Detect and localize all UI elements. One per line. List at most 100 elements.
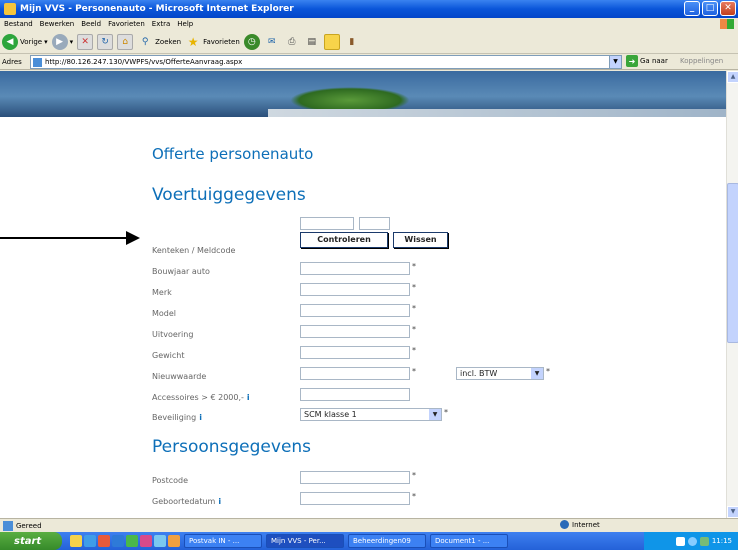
window-title-bar[interactable]: Mijn VVS - Personenauto - Microsoft Inte… (0, 0, 738, 18)
chevron-down-icon[interactable]: ▼ (531, 368, 543, 379)
merk-input[interactable] (300, 283, 410, 296)
address-bar: Adres http://80.126.247.130/VWPFS/vvs/Of… (0, 54, 738, 70)
task-label: Beheerdingen09 (353, 537, 411, 545)
controleren-button[interactable]: Controleren (300, 232, 388, 248)
task-postvak[interactable]: Postvak IN - ... (184, 534, 262, 548)
required-mark: * (444, 408, 448, 417)
bouwjaar-label: Bouwjaar auto (152, 267, 210, 276)
taskbar: start Postvak IN - ... Mijn VVS - Per...… (0, 532, 738, 550)
edit-icon[interactable]: ▤ (304, 34, 320, 50)
annotation-arrow-icon (126, 231, 140, 245)
go-button[interactable]: ➜ Ga naar (626, 55, 668, 67)
menu-item-bestand[interactable]: Bestand (4, 20, 33, 28)
quick-launch-icon[interactable] (84, 535, 96, 547)
nieuwwaarde-label: Nieuwwaarde (152, 372, 207, 381)
mail-icon[interactable]: ✉ (264, 34, 280, 50)
quick-launch-icon[interactable] (140, 535, 152, 547)
stop-icon[interactable]: ✕ (77, 33, 94, 50)
refresh-icon[interactable]: ↻ (97, 33, 114, 50)
favorites-button[interactable]: ★ Favorieten (185, 32, 240, 52)
model-input[interactable] (300, 304, 410, 317)
address-dropdown-icon[interactable]: ▼ (609, 56, 621, 68)
home-icon[interactable]: ⌂ (117, 33, 134, 50)
beveiliging-select[interactable]: SCM klasse 1 ▼ (300, 408, 442, 421)
go-arrow-icon: ➜ (626, 55, 638, 67)
gewicht-label: Gewicht (152, 351, 185, 360)
tray-icon[interactable] (675, 536, 685, 546)
section-person-title: Persoonsgegevens (152, 437, 312, 457)
forward-dropdown-icon[interactable]: ▾ (70, 38, 74, 46)
menu-item-bewerken[interactable]: Bewerken (40, 20, 75, 28)
car-image (290, 87, 410, 109)
quick-launch-icon[interactable] (154, 535, 166, 547)
forward-arrow-icon: ▶ (51, 33, 68, 50)
wissen-button[interactable]: Wissen (393, 232, 448, 248)
info-icon[interactable]: i (218, 497, 221, 506)
info-icon[interactable]: i (247, 393, 250, 402)
close-button[interactable]: ✕ (720, 1, 736, 16)
tray-icon[interactable] (699, 536, 709, 546)
start-button[interactable]: start (0, 532, 62, 550)
chevron-down-icon[interactable]: ▼ (429, 409, 441, 420)
zone-text: Internet (572, 520, 600, 529)
menu-item-beeld[interactable]: Beeld (81, 20, 101, 28)
back-button[interactable]: ◀ Vorige ▾ (2, 32, 48, 52)
page-viewport: Offerte personenauto Voertuiggegevens Ke… (0, 71, 726, 518)
ie-app-icon (4, 3, 16, 15)
required-mark: * (412, 262, 416, 271)
task-document1[interactable]: Document1 - ... (430, 534, 508, 548)
kenteken-label: Kenteken / Meldcode (152, 246, 236, 255)
quick-launch-icon[interactable] (98, 535, 110, 547)
scrollbar-thumb[interactable] (727, 183, 738, 343)
menu-item-extra[interactable]: Extra (152, 20, 170, 28)
info-icon[interactable]: i (199, 413, 202, 422)
geboortedatum-input[interactable] (300, 492, 410, 505)
postcode-input[interactable] (300, 471, 410, 484)
task-mijn-vvs[interactable]: Mijn VVS - Per... (266, 534, 344, 548)
forward-button[interactable]: ▶ ▾ (51, 32, 74, 52)
clock[interactable]: 11:15 (712, 537, 732, 545)
menu-item-favorieten[interactable]: Favorieten (108, 20, 145, 28)
gewicht-input[interactable] (300, 346, 410, 359)
required-mark: * (412, 492, 416, 501)
page-title: Offerte personenauto (152, 145, 314, 163)
menu-item-help[interactable]: Help (177, 20, 193, 28)
history-icon[interactable]: ◷ (243, 33, 260, 50)
back-dropdown-icon[interactable]: ▾ (44, 38, 48, 46)
task-label: Document1 - ... (435, 537, 490, 545)
vertical-scrollbar[interactable]: ▲ ▼ (726, 71, 738, 518)
model-label: Model (152, 309, 177, 318)
scroll-up-icon[interactable]: ▲ (727, 71, 738, 83)
messenger-icon[interactable]: ▮ (344, 34, 360, 50)
quick-launch-icon[interactable] (168, 535, 180, 547)
accessoires-input[interactable] (300, 388, 410, 401)
quick-launch (70, 535, 180, 547)
task-label: Postvak IN - ... (189, 537, 240, 545)
task-beheerdingen[interactable]: Beheerdingen09 (348, 534, 426, 548)
kenteken-input[interactable] (300, 217, 354, 230)
scroll-down-icon[interactable]: ▼ (727, 506, 738, 518)
beveiliging-label: Beveiliging i (152, 413, 202, 422)
print-icon[interactable]: ⎙ (284, 34, 300, 50)
bouwjaar-input[interactable] (300, 262, 410, 275)
uitvoering-input[interactable] (300, 325, 410, 338)
back-label: Vorige (20, 37, 43, 46)
minimize-button[interactable]: _ (684, 1, 700, 16)
search-button[interactable]: ⚲ Zoeken (137, 32, 181, 52)
quick-launch-icon[interactable] (126, 535, 138, 547)
quick-launch-icon[interactable] (70, 535, 82, 547)
status-bar: Gereed Internet (0, 518, 738, 532)
search-label: Zoeken (155, 37, 182, 46)
links-label[interactable]: Koppelingen (680, 57, 723, 65)
nieuwwaarde-input[interactable] (300, 367, 410, 380)
quick-launch-icon[interactable] (112, 535, 124, 547)
required-mark: * (546, 367, 550, 376)
annotation-arrow-line (0, 237, 130, 239)
address-input[interactable]: http://80.126.247.130/VWPFS/vvs/OfferteA… (30, 55, 622, 69)
tray-icon[interactable] (687, 536, 697, 546)
meldcode-input[interactable] (359, 217, 390, 230)
discuss-icon[interactable] (323, 33, 340, 50)
btw-select[interactable]: incl. BTW ▼ (456, 367, 544, 380)
beveiliging-select-value: SCM klasse 1 (304, 410, 357, 419)
maximize-button[interactable]: □ (702, 1, 718, 16)
